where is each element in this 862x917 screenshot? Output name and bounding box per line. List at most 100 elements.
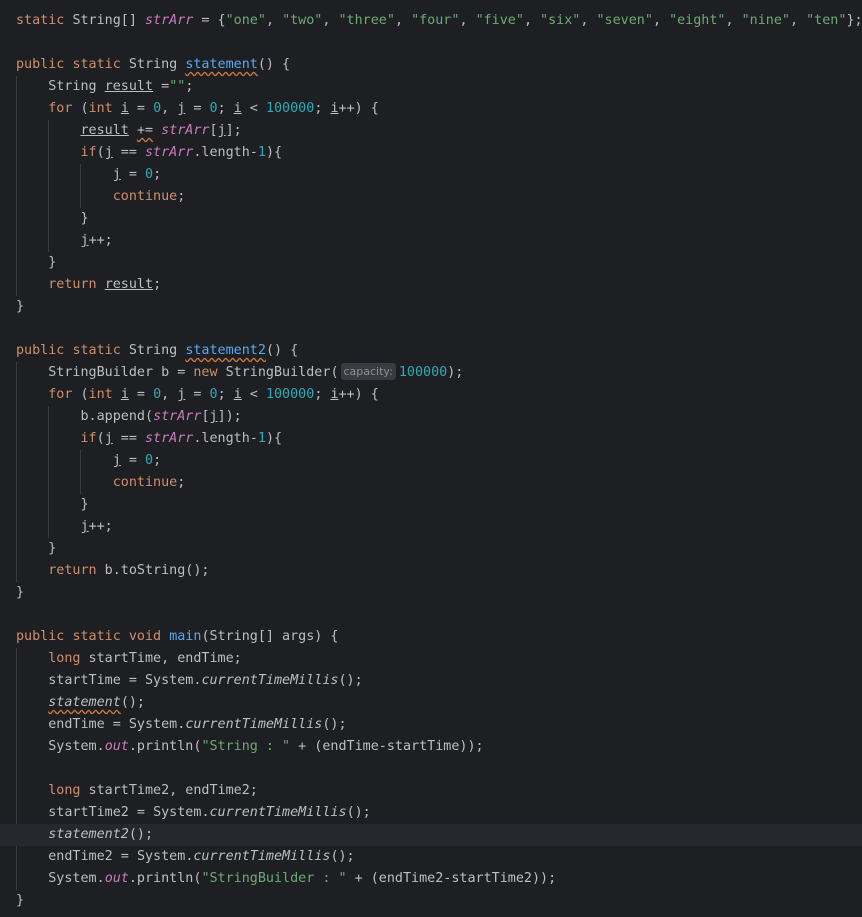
variable-name: i [233,387,242,402]
code-line: startTime = System.currentTimeMillis(); [16,673,363,688]
string-literal: "eight" [669,13,726,28]
type-name: String [209,629,258,644]
code-line: static String[] strArr = {"one", "two", … [16,13,862,28]
code-line: result += strArr[j]; [80,123,242,138]
code-line: long startTime, endTime; [48,651,242,666]
method-call: currentTimeMillis [201,673,339,688]
type-name: String [48,79,97,94]
variable-name: i [330,101,339,116]
method-call: currentTimeMillis [209,805,347,820]
keyword: new [193,365,218,380]
type-name: System [136,849,186,864]
code-line: } [16,893,25,908]
code-line: for (int i = 0, j = 0; i < 100000; i++) … [48,387,379,402]
keyword: int [88,387,113,402]
field-name: out [104,871,129,886]
number-literal: 100000 [398,365,448,380]
type-name: String[] [72,13,137,28]
method-call: currentTimeMillis [193,849,331,864]
method-name[interactable]: statement2 [185,343,266,358]
code-line: } [16,497,89,512]
variable-name: i [120,387,129,402]
keyword: static [16,13,65,28]
code-line: j = 0; [112,167,162,182]
variable-name: result [80,123,129,138]
number-literal: 0 [209,387,218,402]
type-name: StringBuilder [225,365,331,380]
code-line: System.out.println("String : " + (endTim… [48,739,484,754]
type-name: System [48,739,97,754]
code-line: } [16,255,57,270]
string-literal: "" [169,79,186,94]
type-name: System [48,871,97,886]
type-name: String [128,343,178,358]
variable-name: result [104,79,154,94]
variable-name: j [104,431,113,446]
variable-name: result [104,277,154,292]
keyword: long [48,783,81,798]
code-line: if(j == strArr.length-1){ [80,145,283,160]
code-line: String result =""; [48,79,194,94]
variable-name: j [209,409,218,424]
method-call: statement [48,695,121,710]
code-line: public static String statement2() { [16,343,299,358]
code-line: System.out.println("StringBuilder : " + … [48,871,557,886]
variable-name: i [330,387,339,402]
keyword: if [80,431,97,446]
field-name: strArr [145,431,194,446]
string-literal: "nine" [741,13,790,28]
type-name: String [128,57,178,72]
field-name: strArr [145,13,194,28]
code-line: return b.toString(); [48,563,210,578]
method-name[interactable]: statement [185,57,258,72]
variable-name: j [217,123,226,138]
number-literal: 0 [145,453,154,468]
code-line: if(j == strArr.length-1){ [80,431,283,446]
code-line: } [16,299,25,314]
number-literal: 1 [257,431,266,446]
type-name: System [128,717,178,732]
string-literal: "one" [225,13,266,28]
field-name: out [104,739,129,754]
code-line: StringBuilder b = new StringBuilder(capa… [48,363,464,380]
code-line: startTime2 = System.currentTimeMillis(); [16,805,371,820]
number-literal: 100000 [265,101,315,116]
variable-name: j [80,233,89,248]
variable-name: j [112,167,121,182]
keyword: public [16,343,65,358]
number-literal: 0 [145,167,154,182]
string-literal: "three" [338,13,395,28]
field-name: strArr [153,409,202,424]
parameter-hint: capacity: [340,363,396,380]
punct: }; [846,13,862,28]
string-literal: "ten" [806,13,847,28]
code-editor[interactable]: static String[] strArr = {"one", "two", … [0,0,862,917]
keyword: return [48,563,97,578]
code-line: return result; [48,277,162,292]
code-line: long startTime2, endTime2; [48,783,258,798]
code-line: public static void main(String[] args) { [16,629,339,644]
code-line-current[interactable]: statement2(); [0,824,862,846]
number-literal: 100000 [265,387,315,402]
keyword: continue [112,189,178,204]
keyword: static [72,343,121,358]
field-name: strArr [145,145,194,160]
keyword: return [48,277,97,292]
keyword: static [72,629,121,644]
type-name: System [145,673,194,688]
string-literal: "five" [475,13,524,28]
code-line: public static String statement() { [16,57,291,72]
type-name: System [153,805,202,820]
string-literal: "four" [411,13,460,28]
string-literal: "String : " [201,739,291,754]
keyword: static [72,57,121,72]
variable-name: j [177,101,186,116]
keyword: int [88,101,113,116]
keyword: long [48,651,81,666]
number-literal: 1 [257,145,266,160]
keyword: continue [112,475,178,490]
method-name[interactable]: main [169,629,201,644]
variable-name: i [120,101,129,116]
number-literal: 0 [209,101,218,116]
punct: = { [193,13,226,28]
